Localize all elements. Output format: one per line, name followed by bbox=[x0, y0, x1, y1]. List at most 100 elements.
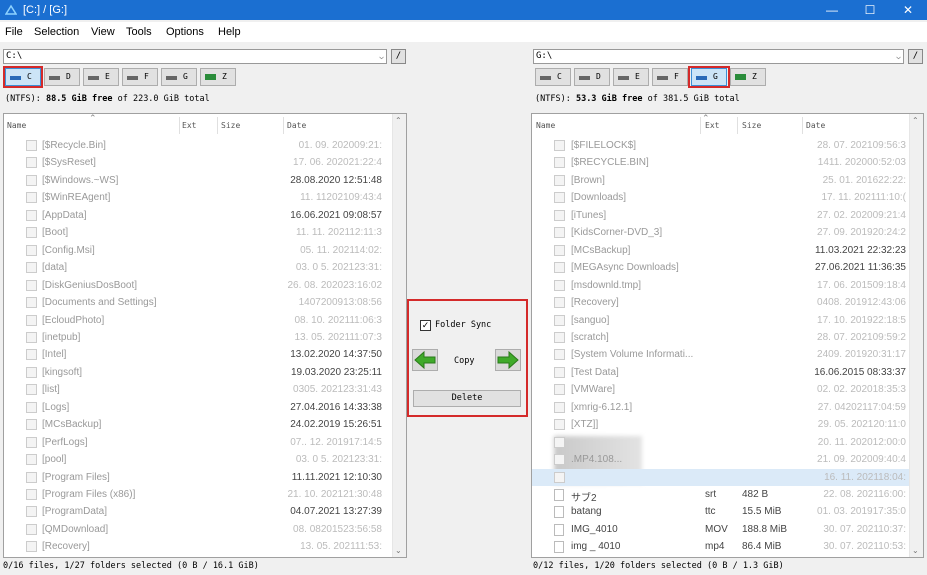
copy-label: Copy bbox=[454, 356, 475, 366]
item-date: 1407200913:08:56 bbox=[298, 297, 382, 309]
right-col-ext[interactable]: Ext bbox=[705, 121, 719, 130]
left-drive-f-button[interactable]: F bbox=[122, 68, 158, 86]
menu-help[interactable]: Help bbox=[218, 26, 241, 38]
list-item[interactable]: [Test Data] 16.06.2015 08:33:37 bbox=[532, 364, 923, 382]
list-item[interactable]: [scratch] 28. 07. 202109:59:2 bbox=[532, 329, 923, 347]
right-file-list[interactable]: ⌃ Name Ext Size Date [$FILELOCK$] 28. 07.… bbox=[531, 113, 924, 558]
scroll-down-icon[interactable]: ⌄ bbox=[912, 546, 919, 555]
right-root-button[interactable]: / bbox=[908, 49, 923, 64]
menu-file[interactable]: File bbox=[5, 26, 23, 38]
close-button[interactable]: ✕ bbox=[889, 0, 927, 20]
right-drive-z-button[interactable]: Z bbox=[730, 68, 766, 86]
list-item[interactable]: 16. 11. 202118:04: bbox=[532, 468, 923, 487]
left-col-name[interactable]: Name bbox=[7, 121, 26, 130]
left-root-button[interactable]: / bbox=[391, 49, 406, 64]
list-item[interactable]: [ProgramData] 04.07.2021 13:27:39 bbox=[4, 503, 406, 521]
list-item[interactable]: [msdownld.tmp] 17. 06. 201509:18:4 bbox=[532, 277, 923, 295]
list-item[interactable]: [Logs] 27.04.2016 14:33:38 bbox=[4, 399, 406, 417]
folder-icon bbox=[554, 384, 565, 396]
scroll-up-icon[interactable]: ⌃ bbox=[395, 116, 402, 125]
copy-left-button[interactable] bbox=[412, 349, 438, 371]
list-item[interactable]: サブ2 srt 482 B 22. 08. 202116:00: bbox=[532, 486, 923, 504]
list-item[interactable]: [$WinREAgent] 11. 11202109:43:4 bbox=[4, 189, 406, 207]
list-item[interactable]: [iTunes] 27. 02. 202009:21:4 bbox=[532, 207, 923, 225]
list-item[interactable]: [Downloads] 17. 11. 202111:10:( bbox=[532, 189, 923, 207]
delete-button[interactable]: Delete bbox=[413, 390, 521, 407]
item-name: [EcloudPhoto] bbox=[42, 314, 105, 326]
list-item[interactable]: [Intel] 13.02.2020 14:37:50 bbox=[4, 346, 406, 364]
list-item[interactable]: [sanguo] 17. 10. 201922:18:5 bbox=[532, 312, 923, 330]
right-drive-f-button[interactable]: F bbox=[652, 68, 688, 86]
list-item[interactable]: [Program Files (x86)] 21. 10. 202121:30:4… bbox=[4, 486, 406, 504]
left-drive-d-button[interactable]: D bbox=[44, 68, 80, 86]
list-item[interactable]: [Boot] 11. 11. 202112:11:3 bbox=[4, 224, 406, 242]
left-col-size[interactable]: Size bbox=[221, 121, 240, 130]
folder-icon bbox=[554, 227, 565, 239]
list-item[interactable]: [Documents and Settings] 1407200913:08:56 bbox=[4, 294, 406, 312]
menu-tools[interactable]: Tools bbox=[126, 26, 152, 38]
list-item[interactable]: [QMDownload] 08. 08201523:56:58 bbox=[4, 521, 406, 539]
left-drive-e-button[interactable]: E bbox=[83, 68, 119, 86]
scroll-down-icon[interactable]: ⌄ bbox=[395, 546, 402, 555]
folder-sync-checkbox[interactable]: ✓ bbox=[420, 320, 431, 331]
list-item[interactable]: [MCsBackup] 11.03.2021 22:32:23 bbox=[532, 242, 923, 260]
right-drive-c-button[interactable]: C bbox=[535, 68, 571, 86]
left-scrollbar[interactable]: ⌃ ⌄ bbox=[392, 114, 406, 557]
list-item[interactable]: [$FILELOCK$] 28. 07. 202109:56:3 bbox=[532, 137, 923, 155]
list-item[interactable]: [pool] 03. 0 5. 202123:31: bbox=[4, 451, 406, 469]
left-drive-z-button[interactable]: Z bbox=[200, 68, 236, 86]
list-item[interactable]: .MP4.108... 21. 09. 202009:40:4 bbox=[532, 451, 923, 469]
right-drive-e-button[interactable]: E bbox=[613, 68, 649, 86]
list-item[interactable]: [PerfLogs] 07.. 12. 201917:14:5 bbox=[4, 434, 406, 452]
list-item[interactable]: [DiskGeniusDosBoot] 26. 08. 202023:16:02 bbox=[4, 277, 406, 295]
left-col-date[interactable]: Date bbox=[287, 121, 306, 130]
list-item[interactable]: [data] 03. 0 5. 202123:31: bbox=[4, 259, 406, 277]
list-item[interactable]: [System Volume Informati... 2409. 201920:… bbox=[532, 346, 923, 364]
right-col-name[interactable]: Name bbox=[536, 121, 555, 130]
list-item[interactable]: [Program Files] 11.11.2021 12:10:30 bbox=[4, 469, 406, 487]
left-col-ext[interactable]: Ext bbox=[182, 121, 196, 130]
list-item[interactable]: [$SysReset] 17. 06. 202021:22:4 bbox=[4, 154, 406, 172]
left-path-select[interactable]: C:\ ⌵ bbox=[3, 49, 387, 64]
list-item[interactable]: [kingsoft] 19.03.2020 23:25:11 bbox=[4, 364, 406, 382]
scroll-up-icon[interactable]: ⌃ bbox=[912, 116, 919, 125]
item-name: [QMDownload] bbox=[42, 523, 109, 535]
item-date: 03. 0 5. 202123:31: bbox=[295, 262, 382, 274]
list-item[interactable]: img _ 4010 mp4 86.4 MiB 30. 07. 202110:53: bbox=[532, 538, 923, 556]
list-item[interactable]: [list] 0305. 202123:31:43 bbox=[4, 381, 406, 399]
item-name: サブ2 bbox=[571, 493, 597, 504]
right-col-size[interactable]: Size bbox=[742, 121, 761, 130]
list-item[interactable]: [VMWare] 02. 02. 202018:35:3 bbox=[532, 381, 923, 399]
right-path-select[interactable]: G:\ ⌵ bbox=[533, 49, 904, 64]
list-item[interactable]: [MEGAsync Downloads] 27.06.2021 11:36:35 bbox=[532, 259, 923, 277]
list-item[interactable]: [MCsBackup] 24.02.2019 15:26:51 bbox=[4, 416, 406, 434]
menu-selection[interactable]: Selection bbox=[34, 26, 79, 38]
maximize-button[interactable]: ☐ bbox=[851, 0, 889, 20]
menu-options[interactable]: Options bbox=[166, 26, 204, 38]
list-item[interactable]: [$RECYCLE.BIN] 1411. 202000:52:03 bbox=[532, 154, 923, 172]
right-col-date[interactable]: Date bbox=[806, 121, 825, 130]
list-item[interactable]: [EcloudPhoto] 08. 10. 202111:06:3 bbox=[4, 312, 406, 330]
list-item[interactable]: [$Windows.~WS] 28.08.2020 12:51:48 bbox=[4, 172, 406, 190]
list-item[interactable]: [xmrig-6.12.1] 27. 04202117:04:59 bbox=[532, 399, 923, 417]
list-item[interactable]: [Brown] 25. 01. 201622:22: bbox=[532, 172, 923, 190]
list-item[interactable]: [AppData] 16.06.2021 09:08:57 bbox=[4, 207, 406, 225]
list-item[interactable]: batang ttc 15.5 MiB 01. 03. 201917:35:0 bbox=[532, 503, 923, 521]
list-item[interactable]: [$Recycle.Bin] 01. 09. 202009:21: bbox=[4, 137, 406, 155]
list-item[interactable]: [inetpub] 13. 05. 202111:07:3 bbox=[4, 329, 406, 347]
menu-view[interactable]: View bbox=[91, 26, 115, 38]
copy-right-button[interactable] bbox=[495, 349, 521, 371]
right-drive-d-button[interactable]: D bbox=[574, 68, 610, 86]
list-item[interactable]: [Recovery] 13. 05. 202111:53: bbox=[4, 538, 406, 556]
list-item[interactable]: [Recovery] 0408. 201912:43:06 bbox=[532, 294, 923, 312]
right-scrollbar[interactable]: ⌃ ⌄ bbox=[909, 114, 923, 557]
list-item[interactable]: 20. 11. 202012:00:0 bbox=[532, 434, 923, 452]
left-drive-g-button[interactable]: G bbox=[161, 68, 197, 86]
list-item[interactable]: [Config.Msi] 05. 11. 202114:02: bbox=[4, 242, 406, 260]
list-item[interactable]: [XTZ]] 29. 05. 202120:11:0 bbox=[532, 416, 923, 434]
item-name: [$SysReset] bbox=[42, 157, 96, 169]
list-item[interactable]: IMG_4010 MOV 188.8 MiB 30. 07. 202110:37: bbox=[532, 521, 923, 539]
left-file-list[interactable]: ⌃ Name Ext Size Date [$Recycle.Bin] 01. 0… bbox=[3, 113, 407, 558]
list-item[interactable]: [KidsCorner-DVD_3] 27. 09. 201920:24:2 bbox=[532, 224, 923, 242]
minimize-button[interactable]: — bbox=[813, 0, 851, 20]
